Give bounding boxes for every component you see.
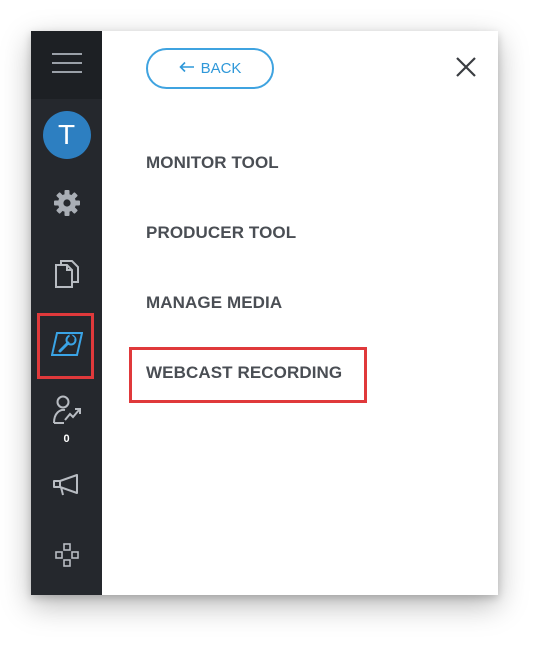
sidebar-item-documents[interactable] [31, 253, 102, 299]
avatar: T [42, 111, 91, 159]
back-button[interactable]: BACK [146, 48, 274, 89]
arrow-left-icon [178, 60, 195, 77]
audience-count-badge: 0 [63, 433, 70, 445]
navigation-panel: BACK MONITOR TOOL PRODUCER TOOL MANAGE M… [102, 31, 498, 595]
sidebar-item-settings[interactable] [31, 183, 102, 227]
avatar-letter: T [57, 119, 76, 150]
app-window: T 0 BACK MONITOR TOOL PRODUCER TOOL MANA… [31, 31, 498, 595]
back-button-label: BACK [200, 60, 242, 77]
sidebar-item-announcements[interactable] [31, 465, 102, 509]
close-button[interactable] [452, 55, 480, 83]
sidebar: T 0 [31, 31, 102, 595]
sidebar-highlight-box [37, 313, 94, 379]
documents-icon [53, 259, 81, 294]
menu-item-manage-media[interactable]: MANAGE MEDIA [146, 293, 282, 313]
close-icon [455, 56, 477, 83]
menu-highlight-box [129, 347, 367, 403]
hamburger-icon [51, 52, 82, 79]
menu-item-monitor-tool[interactable]: MONITOR TOOL [146, 153, 279, 173]
network-icon [54, 542, 79, 572]
user-chart-icon [52, 394, 82, 431]
sidebar-item-integrations[interactable] [31, 535, 102, 579]
megaphone-icon [52, 473, 82, 502]
hamburger-menu-button[interactable] [31, 31, 102, 99]
gear-icon [53, 189, 81, 222]
menu-item-producer-tool[interactable]: PRODUCER TOOL [146, 223, 296, 243]
avatar-button[interactable]: T [31, 110, 102, 160]
sidebar-item-audience[interactable] [31, 391, 102, 433]
